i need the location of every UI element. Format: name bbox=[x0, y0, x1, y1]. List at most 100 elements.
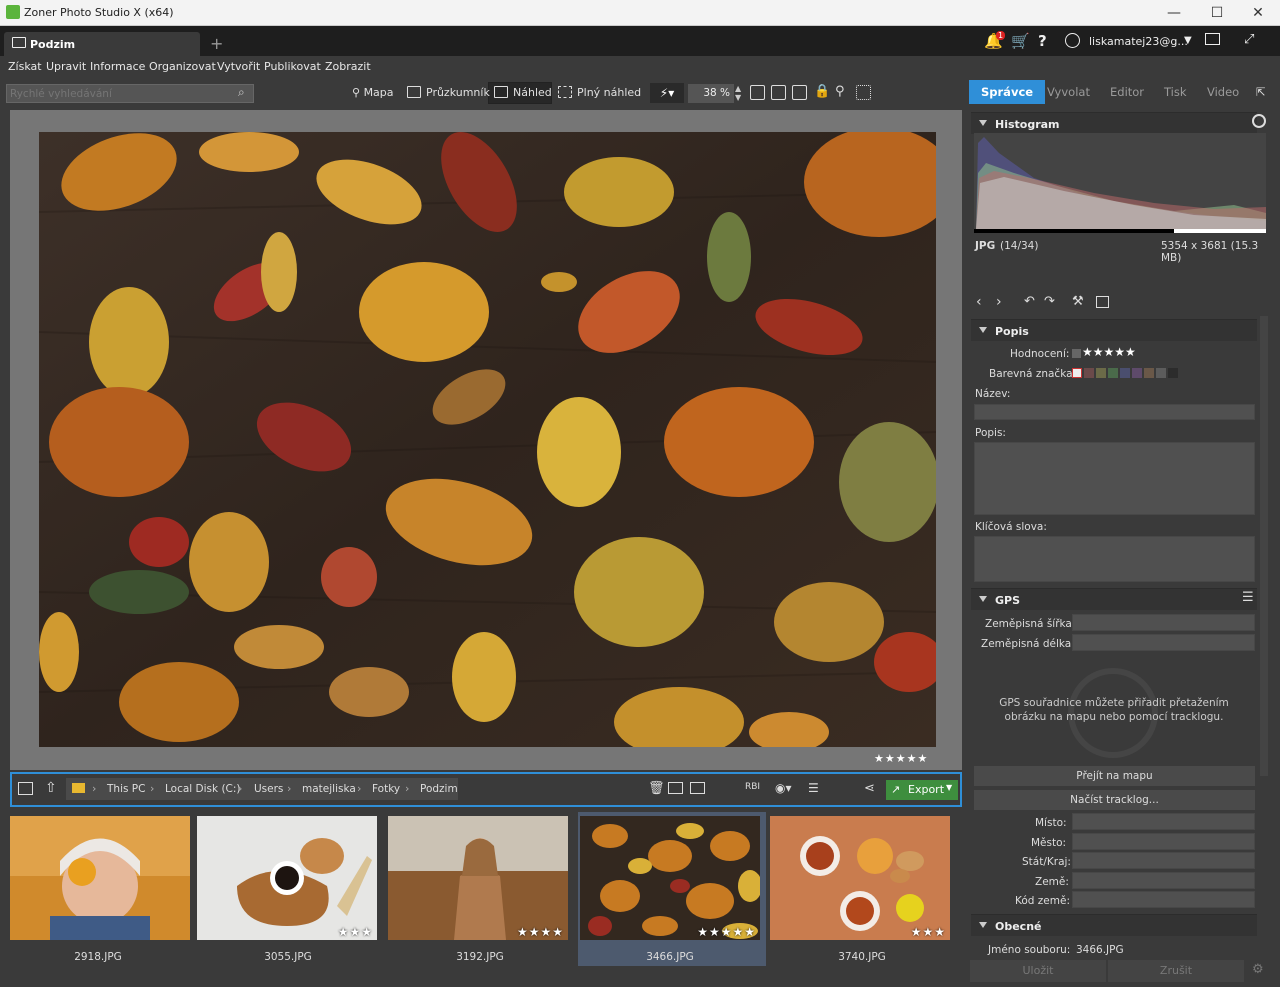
fit-height-icon[interactable] bbox=[792, 85, 807, 100]
thumbnail[interactable] bbox=[10, 816, 190, 940]
menu-publikovat[interactable]: Publikovat bbox=[264, 60, 321, 73]
color-blue[interactable] bbox=[1120, 368, 1130, 378]
section-histogram[interactable]: Histogram bbox=[971, 112, 1257, 134]
save-button[interactable]: Uložit bbox=[970, 960, 1106, 982]
browser-view-icon[interactable] bbox=[18, 782, 33, 795]
menu-zobrazit[interactable]: Zobrazit bbox=[325, 60, 371, 73]
panel-scrollbar[interactable] bbox=[1260, 316, 1268, 776]
color-red[interactable] bbox=[1084, 368, 1094, 378]
new-folder-icon[interactable] bbox=[668, 782, 683, 794]
keywords-field[interactable] bbox=[974, 536, 1255, 582]
cancel-button[interactable]: Zrušit bbox=[1108, 960, 1244, 982]
menu-upravit[interactable]: Upravit bbox=[46, 60, 86, 73]
wand-icon[interactable]: ⚒ bbox=[1072, 294, 1084, 309]
maximize-button[interactable]: ☐ bbox=[1197, 2, 1237, 24]
view-options-icon[interactable] bbox=[856, 85, 871, 100]
thumbnail[interactable]: ★★★ bbox=[197, 816, 377, 940]
color-yellow[interactable] bbox=[1096, 368, 1106, 378]
settings-icon[interactable]: ⚙ bbox=[1252, 962, 1264, 977]
crumb-fotky[interactable]: Fotky bbox=[372, 783, 400, 795]
export-button[interactable]: ↗ Export ▼ bbox=[886, 780, 958, 800]
new-tab-button[interactable]: + bbox=[210, 34, 223, 53]
explorer-button[interactable]: Průzkumník bbox=[407, 86, 490, 99]
search-icon[interactable]: ⌕ bbox=[238, 85, 245, 100]
tab-editor[interactable]: Editor bbox=[1110, 80, 1144, 104]
lock-icon[interactable]: 🔒 bbox=[814, 84, 830, 99]
color-black[interactable] bbox=[1168, 368, 1178, 378]
country-code-field[interactable] bbox=[1072, 891, 1255, 908]
copy-icon[interactable] bbox=[690, 782, 705, 794]
menu-ziskat[interactable]: Získat bbox=[8, 60, 42, 73]
flash-dropdown[interactable]: ⚡▾ bbox=[650, 83, 684, 103]
thumbnail[interactable]: ★★★★ bbox=[388, 816, 568, 940]
rename-icon[interactable]: RBI bbox=[745, 782, 760, 792]
city-field[interactable] bbox=[1072, 833, 1255, 850]
thumbnail[interactable]: ★★★ bbox=[770, 816, 950, 940]
color-gray[interactable] bbox=[1156, 368, 1166, 378]
close-button[interactable]: ✕ bbox=[1238, 2, 1278, 24]
gear-icon[interactable] bbox=[1252, 114, 1266, 128]
menu-organizovat[interactable]: Organizovat bbox=[149, 60, 216, 73]
tab-tisk[interactable]: Tisk bbox=[1164, 80, 1187, 104]
prev-icon[interactable]: ‹ bbox=[976, 294, 982, 310]
crumb-podzim[interactable]: Podzim bbox=[420, 783, 458, 795]
rotate-left-icon[interactable]: ↶ bbox=[1024, 294, 1035, 309]
user-account[interactable]: liskamatej23@g... bbox=[1089, 35, 1188, 48]
color-purple[interactable] bbox=[1132, 368, 1142, 378]
chevron-down-icon[interactable]: ▼ bbox=[1184, 35, 1192, 46]
rating-stars[interactable]: ★★★★★ bbox=[1082, 345, 1136, 359]
state-field[interactable] bbox=[1072, 852, 1255, 869]
fit-icon[interactable] bbox=[771, 85, 786, 100]
eye-icon[interactable]: ◉▾ bbox=[775, 781, 792, 795]
actual-size-icon[interactable] bbox=[750, 85, 765, 100]
section-popis[interactable]: Popis bbox=[971, 319, 1257, 341]
load-tracklog-button[interactable]: Načíst tracklog... bbox=[974, 790, 1255, 810]
share-icon[interactable]: ⋖ bbox=[864, 781, 875, 796]
main-photo[interactable] bbox=[39, 132, 936, 747]
color-none[interactable] bbox=[1072, 368, 1082, 378]
help-icon[interactable]: ? bbox=[1038, 32, 1047, 50]
crumb-users[interactable]: Users bbox=[254, 783, 283, 795]
cart-icon[interactable]: 🛒 bbox=[1011, 32, 1030, 50]
external-link-icon[interactable]: ⇱ bbox=[1256, 80, 1266, 104]
country-field[interactable] bbox=[1072, 872, 1255, 889]
map-button[interactable]: ⚲ Mapa bbox=[352, 86, 394, 99]
crumb-this-pc[interactable]: This PC bbox=[107, 783, 145, 795]
info-icon[interactable] bbox=[1096, 296, 1109, 308]
tab-video[interactable]: Video bbox=[1207, 80, 1239, 104]
tab-vyvolat[interactable]: Vyvolat bbox=[1047, 80, 1090, 104]
menu-vytvorit[interactable]: Vytvořit bbox=[217, 60, 260, 73]
longitude-field[interactable] bbox=[1072, 634, 1255, 651]
crumb-local-disk[interactable]: Local Disk (C:) bbox=[165, 783, 241, 795]
rating-clear[interactable] bbox=[1072, 349, 1081, 358]
latitude-field[interactable] bbox=[1072, 614, 1255, 631]
rotate-right-icon[interactable]: ↷ bbox=[1044, 294, 1055, 309]
name-field[interactable] bbox=[974, 404, 1255, 420]
minimize-button[interactable]: — bbox=[1154, 2, 1194, 24]
trash-icon[interactable]: 🗑 bbox=[648, 781, 665, 796]
filter-icon[interactable]: ☰ bbox=[808, 781, 819, 795]
place-field[interactable] bbox=[1072, 813, 1255, 830]
fullpreview-button[interactable]: Plný náhled bbox=[558, 86, 641, 99]
monitor-icon[interactable] bbox=[1205, 33, 1220, 45]
next-icon[interactable]: › bbox=[996, 294, 1002, 310]
search-input[interactable] bbox=[6, 84, 254, 103]
description-field[interactable] bbox=[974, 442, 1255, 515]
photo-rating[interactable]: ★★★★★ bbox=[874, 752, 928, 765]
preview-button[interactable]: Náhled bbox=[494, 86, 552, 99]
section-gps[interactable]: GPS bbox=[971, 588, 1257, 610]
color-green[interactable] bbox=[1108, 368, 1118, 378]
fullscreen-icon[interactable]: ⤢ bbox=[1244, 32, 1254, 47]
folder-up-icon[interactable]: ⇧ bbox=[45, 780, 57, 796]
tab-spravce[interactable]: Správce bbox=[969, 80, 1046, 104]
zoom-stepper[interactable]: ▲ ▼ bbox=[735, 84, 741, 102]
menu-icon[interactable]: ☰ bbox=[1242, 590, 1254, 605]
user-icon[interactable] bbox=[1065, 33, 1080, 48]
section-obecne[interactable]: Obecné bbox=[971, 914, 1257, 936]
menu-informace[interactable]: Informace bbox=[90, 60, 145, 73]
zoom-tool-icon[interactable]: ⚲ bbox=[835, 84, 845, 99]
thumbnail[interactable]: ★★★★★ bbox=[580, 816, 760, 940]
go-to-map-button[interactable]: Přejít na mapu bbox=[974, 766, 1255, 786]
zoom-field[interactable]: 38 % bbox=[688, 84, 734, 103]
crumb-matejliska[interactable]: matejliska bbox=[302, 783, 356, 795]
